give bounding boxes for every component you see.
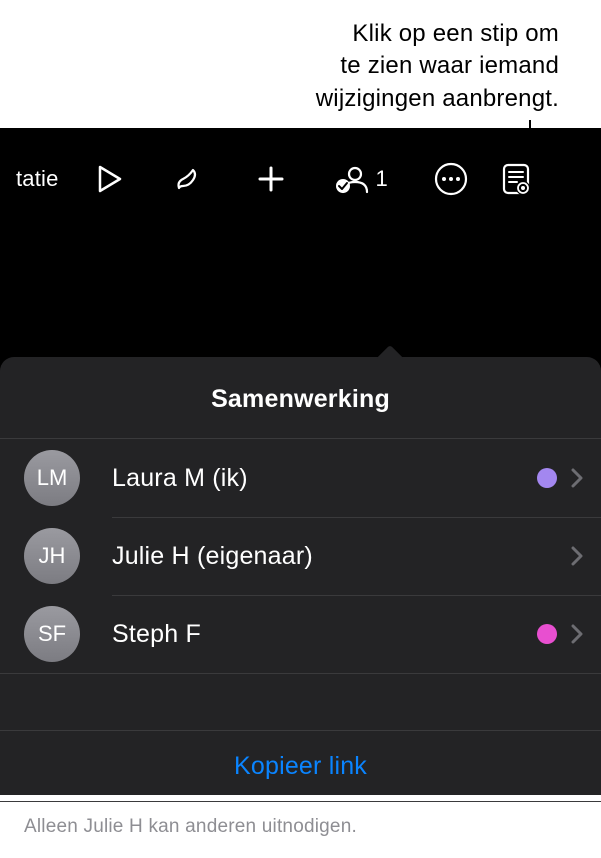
toolbar: tatie 1 <box>0 128 601 230</box>
format-button[interactable] <box>145 128 231 230</box>
participant-list: LM Laura M (ik) JH Julie H (eigenaar) SF… <box>0 438 601 674</box>
copy-link-label: Kopieer link <box>234 752 367 781</box>
caption-line: wijzigingen aanbrengt. <box>20 83 559 115</box>
collab-count: 1 <box>375 166 387 192</box>
chevron-right-icon <box>571 624 583 644</box>
section-gap <box>0 674 601 730</box>
presenter-notes-icon <box>501 162 531 196</box>
chevron-right-icon <box>571 546 583 566</box>
participant-row[interactable]: SF Steph F <box>0 595 601 673</box>
popover-title: Samenwerking <box>0 357 601 438</box>
add-button[interactable] <box>231 128 311 230</box>
participant-name: Steph F <box>112 620 537 649</box>
caption-line: Klik op een stip om <box>20 18 559 50</box>
presence-dot[interactable] <box>537 624 557 644</box>
participant-name: Laura M (ik) <box>112 464 537 493</box>
plus-icon <box>256 164 286 194</box>
collaboration-popover: Samenwerking LM Laura M (ik) JH Julie H … <box>0 357 601 795</box>
more-button[interactable] <box>411 128 491 230</box>
participant-name: Julie H (eigenaar) <box>112 542 571 571</box>
copy-link-button[interactable]: Kopieer link <box>0 730 601 802</box>
paintbrush-icon <box>171 162 205 196</box>
play-button[interactable] <box>75 128 145 230</box>
annotation-caption: Klik op een stip om te zien waar iemand … <box>0 0 601 133</box>
app-screenshot: tatie 1 <box>0 128 601 795</box>
caption-line: te zien waar iemand <box>20 50 559 82</box>
avatar: JH <box>24 528 80 584</box>
participant-row[interactable]: LM Laura M (ik) <box>0 439 601 517</box>
avatar: SF <box>24 606 80 662</box>
collaboration-button[interactable]: 1 <box>311 128 411 230</box>
popover-arrow <box>376 345 404 359</box>
avatar: LM <box>24 450 80 506</box>
chevron-right-icon <box>571 468 583 488</box>
people-badge-icon <box>333 164 371 194</box>
presence-dot[interactable] <box>537 468 557 488</box>
more-icon <box>434 162 468 196</box>
participant-row[interactable]: JH Julie H (eigenaar) <box>0 517 601 595</box>
toolbar-leading-text: tatie <box>10 166 59 192</box>
presenter-notes-button[interactable] <box>491 128 551 230</box>
play-icon <box>98 165 122 193</box>
footer-note: Alleen Julie H kan anderen uitnodigen. <box>0 802 601 858</box>
